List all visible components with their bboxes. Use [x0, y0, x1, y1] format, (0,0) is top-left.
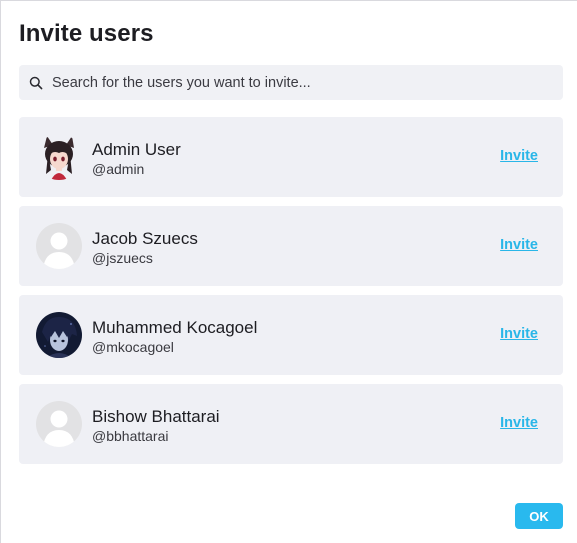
user-handle: @bbhattarai: [92, 428, 169, 444]
user-handle: @jszuecs: [92, 250, 153, 266]
dialog-title: Invite users: [19, 20, 154, 47]
anime-character-avatar: [36, 134, 82, 180]
default-person-avatar: [36, 401, 82, 447]
avatar: [36, 134, 82, 180]
avatar: [36, 223, 82, 269]
default-person-avatar: [36, 223, 82, 269]
user-card-jszuecs: Jacob Szuecs @jszuecs Invite: [19, 206, 563, 286]
dark-anime-avatar: [36, 312, 82, 358]
avatar: [36, 312, 82, 358]
search-bar[interactable]: [19, 65, 563, 100]
user-handle: @mkocagoel: [92, 339, 174, 355]
invite-button[interactable]: Invite: [500, 237, 538, 253]
invite-users-dialog: Invite users Search for the users you wa…: [0, 0, 577, 543]
search-icon: [29, 76, 43, 89]
invite-button[interactable]: Invite: [500, 415, 538, 431]
user-name: Admin User: [92, 140, 181, 159]
invite-button[interactable]: Invite: [500, 326, 538, 342]
user-list: Admin User @admin Invite Jacob Szuecs @j…: [19, 117, 563, 473]
ok-button[interactable]: OK: [515, 503, 563, 529]
invite-button[interactable]: Invite: [500, 148, 538, 164]
user-card-mkocagoel: Muhammed Kocagoel @mkocagoel Invite: [19, 295, 563, 375]
user-card-admin: Admin User @admin Invite: [19, 117, 563, 197]
avatar: [36, 401, 82, 447]
search-input[interactable]: [52, 74, 532, 91]
user-name: Jacob Szuecs: [92, 229, 198, 248]
user-card-bbhattarai: Bishow Bhattarai @bbhattarai Invite: [19, 384, 563, 464]
user-name: Bishow Bhattarai: [92, 407, 220, 426]
user-handle: @admin: [92, 161, 145, 177]
user-name: Muhammed Kocagoel: [92, 318, 258, 337]
